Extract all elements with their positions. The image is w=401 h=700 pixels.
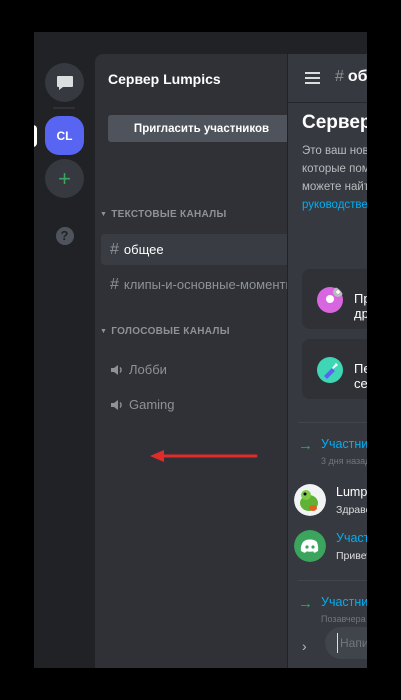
chat-bubble-icon bbox=[56, 75, 73, 90]
guide-link[interactable]: руководстве bbox=[302, 196, 367, 214]
category-text-channels[interactable]: ▼ ТЕКСТОВЫЕ КАНАЛЫ bbox=[100, 209, 227, 220]
invite-members-button[interactable]: Пригласить участников bbox=[108, 115, 295, 142]
arrow-right-icon: → bbox=[298, 595, 313, 612]
message-text: Привет bbox=[336, 550, 367, 562]
chevron-down-icon: ▼ bbox=[100, 211, 108, 218]
voice-channel-gaming[interactable]: Gaming bbox=[101, 389, 299, 420]
chat-panel: #общее Сервер Lumpics Это ваш новый серв… bbox=[287, 54, 367, 668]
chevron-right-icon[interactable]: › bbox=[302, 638, 307, 654]
speaker-icon bbox=[111, 364, 122, 375]
join-username[interactable]: Участник bbox=[321, 595, 367, 609]
chat-header: #общее bbox=[288, 54, 367, 102]
channel-sidebar: Сервер Lumpics Пригласить участников ▼ Т… bbox=[95, 54, 305, 668]
header-channel-name: #общее bbox=[335, 68, 367, 85]
avatar[interactable] bbox=[294, 530, 326, 562]
discord-window: CL + ? Сервер Lumpics Пригласить участни… bbox=[34, 32, 367, 668]
category-label: ГОЛОСОВЫЕ КАНАЛЫ bbox=[111, 326, 230, 337]
category-label: ТЕКСТОВЫЕ КАНАЛЫ bbox=[111, 209, 227, 220]
speaker-icon bbox=[111, 399, 122, 410]
channel-label: Gaming bbox=[129, 397, 175, 412]
channel-label: общее bbox=[123, 242, 164, 257]
channel-clips[interactable]: # клипы-и-основные-моменты bbox=[101, 269, 299, 300]
question-icon: ? bbox=[55, 226, 74, 245]
help-button[interactable]: ? bbox=[45, 216, 84, 255]
avatar[interactable] bbox=[294, 484, 326, 516]
message-composer[interactable] bbox=[325, 627, 367, 659]
voice-channel-lobby[interactable]: Лобби bbox=[101, 354, 299, 385]
chevron-down-icon: ▼ bbox=[100, 328, 108, 335]
hash-icon: # bbox=[335, 68, 344, 85]
hamburger-icon[interactable] bbox=[305, 72, 320, 87]
brush-icon bbox=[317, 357, 343, 383]
join-timestamp: Позавчера bbox=[321, 614, 366, 624]
join-username[interactable]: Участник bbox=[321, 437, 367, 451]
arrow-right-icon: → bbox=[298, 437, 313, 454]
invite-friends-card[interactable]: Пригласите друзей bbox=[302, 269, 367, 329]
server-rail: CL + ? bbox=[34, 32, 95, 668]
channel-label: клипы-и-основные-моменты bbox=[123, 277, 295, 292]
server-name[interactable]: Сервер Lumpics bbox=[108, 71, 221, 87]
welcome-title: Сервер Lumpics bbox=[302, 112, 367, 133]
direct-messages-button[interactable] bbox=[45, 63, 84, 102]
channel-label: Лобби bbox=[129, 362, 167, 377]
divider bbox=[298, 422, 367, 423]
card-label: Персонализируйте сервер bbox=[354, 361, 367, 391]
add-server-button[interactable]: + bbox=[45, 159, 84, 198]
selected-server-indicator bbox=[34, 125, 37, 147]
card-label: Пригласите друзей bbox=[354, 291, 367, 321]
rail-separator bbox=[53, 107, 75, 109]
channel-general[interactable]: # общее bbox=[101, 234, 299, 265]
personalize-server-card[interactable]: Персонализируйте сервер bbox=[302, 339, 367, 399]
server-icon-lumpics[interactable]: CL bbox=[45, 116, 84, 155]
message-author[interactable]: Участник bbox=[336, 531, 367, 545]
message-author[interactable]: Lumpics bbox=[336, 485, 367, 499]
invite-friends-icon bbox=[317, 287, 343, 313]
plus-icon: + bbox=[58, 165, 71, 191]
message-input[interactable] bbox=[337, 633, 367, 653]
message-text: Здравствуйте bbox=[336, 504, 367, 516]
divider bbox=[298, 580, 367, 581]
join-timestamp: 3 дня назад bbox=[321, 456, 367, 466]
welcome-text: Это ваш новый сервер которые помогут вам… bbox=[302, 142, 367, 214]
annotation-arrow-icon bbox=[150, 450, 258, 462]
category-voice-channels[interactable]: ▼ ГОЛОСОВЫЕ КАНАЛЫ bbox=[100, 326, 230, 337]
hash-icon: # bbox=[110, 240, 119, 258]
hash-icon: # bbox=[110, 275, 119, 293]
